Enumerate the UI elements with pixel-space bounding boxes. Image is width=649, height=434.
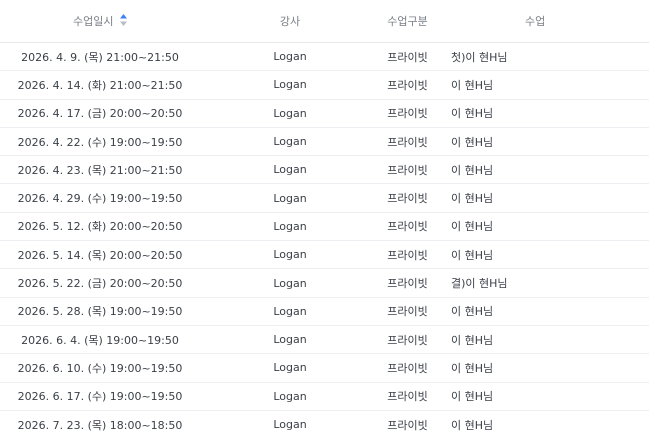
cell-class: 이 현H님 bbox=[451, 78, 494, 92]
cell-class: 이 현H님 bbox=[451, 220, 494, 234]
cell-type: 프라이빗 bbox=[387, 163, 428, 177]
cell-date: 2026. 4. 14. (화) 21:00~21:50 bbox=[17, 78, 183, 92]
cell-teacher: Logan bbox=[273, 135, 307, 149]
cell-type: 프라이빗 bbox=[387, 78, 428, 92]
cell-date: 2026. 6. 4. (목) 19:00~19:50 bbox=[21, 333, 179, 347]
header-teacher: 강사 bbox=[279, 15, 301, 28]
cell-type: 프라이빗 bbox=[387, 333, 428, 347]
cell-class: 이 현H님 bbox=[451, 418, 494, 432]
cell-date: 2026. 4. 9. (목) 21:00~21:50 bbox=[21, 50, 179, 64]
cell-type: 프라이빗 bbox=[387, 305, 428, 319]
cell-type: 프라이빗 bbox=[387, 361, 428, 375]
cell-type: 프라이빗 bbox=[387, 390, 428, 404]
table-row[interactable]: 2026. 6. 17. (수) 19:00~19:50 Logan 프라이빗 이 현… bbox=[0, 383, 649, 411]
cell-type: 프라이빗 bbox=[387, 135, 428, 149]
table-row[interactable]: 2026. 5. 28. (목) 19:00~19:50 Logan 프라이빗 이 현… bbox=[0, 298, 649, 326]
cell-type: 프라이빗 bbox=[387, 248, 428, 262]
cell-class: 이 현H님 bbox=[451, 248, 494, 262]
table-row[interactable]: 2026. 4. 14. (화) 21:00~21:50 Logan 프라이빗 이 현… bbox=[0, 71, 649, 100]
cell-teacher: Logan bbox=[273, 191, 307, 205]
schedule-table: 수업일시 강사 수업구분 수업 2026. 4. 9. (목) 21:00~21… bbox=[0, 0, 649, 434]
table-row[interactable]: 2026. 4. 22. (수) 19:00~19:50 Logan 프라이빗 이 현… bbox=[0, 128, 649, 157]
cell-class: 결)이 현H님 bbox=[451, 277, 508, 291]
cell-class: 이 현H님 bbox=[451, 305, 494, 319]
cell-class: 이 현H님 bbox=[451, 107, 494, 121]
cell-type: 프라이빗 bbox=[387, 107, 428, 121]
cell-date: 2026. 4. 23. (목) 21:00~21:50 bbox=[17, 163, 183, 177]
cell-type: 프라이빗 bbox=[387, 50, 428, 64]
header-date-label: 수업일시 bbox=[73, 15, 114, 28]
table-row[interactable]: 2026. 5. 14. (목) 20:00~20:50 Logan 프라이빗 이 현… bbox=[0, 241, 649, 270]
cell-date: 2026. 4. 29. (수) 19:00~19:50 bbox=[17, 192, 183, 206]
table-row[interactable]: 2026. 5. 22. (금) 20:00~20:50 Logan 프라이빗 결)이… bbox=[0, 269, 649, 298]
cell-class: 이 현H님 bbox=[451, 163, 494, 177]
header-type: 수업구분 bbox=[387, 15, 428, 28]
cell-date: 2026. 6. 17. (수) 19:00~19:50 bbox=[17, 390, 183, 404]
cell-teacher: Logan bbox=[273, 276, 307, 290]
sort-icon[interactable] bbox=[119, 14, 127, 26]
cell-date: 2026. 5. 14. (목) 20:00~20:50 bbox=[17, 248, 183, 262]
cell-teacher: Logan bbox=[273, 50, 307, 64]
cell-teacher: Logan bbox=[273, 163, 307, 177]
cell-class: 이 현H님 bbox=[451, 333, 494, 347]
cell-class: 이 현H님 bbox=[451, 192, 494, 206]
cell-teacher: Logan bbox=[273, 361, 307, 375]
cell-type: 프라이빗 bbox=[387, 418, 428, 432]
header-date[interactable]: 수업일시 bbox=[0, 13, 200, 29]
cell-teacher: Logan bbox=[273, 418, 307, 431]
cell-teacher: Logan bbox=[273, 304, 307, 318]
cell-teacher: Logan bbox=[273, 106, 307, 120]
cell-type: 프라이빗 bbox=[387, 220, 428, 234]
cell-class: 이 현H님 bbox=[451, 135, 494, 149]
cell-teacher: Logan bbox=[273, 248, 307, 262]
cell-date: 2026. 4. 17. (금) 20:00~20:50 bbox=[17, 107, 183, 121]
table-row[interactable]: 2026. 4. 17. (금) 20:00~20:50 Logan 프라이빗 이 현… bbox=[0, 100, 649, 128]
cell-teacher: Logan bbox=[273, 78, 307, 92]
table-row[interactable]: 2026. 6. 10. (수) 19:00~19:50 Logan 프라이빗 이 현… bbox=[0, 354, 649, 383]
cell-date: 2026. 5. 28. (목) 19:00~19:50 bbox=[17, 305, 183, 319]
cell-date: 2026. 5. 22. (금) 20:00~20:50 bbox=[17, 277, 183, 291]
cell-date: 2026. 6. 10. (수) 19:00~19:50 bbox=[17, 361, 183, 375]
table-row[interactable]: 2026. 4. 29. (수) 19:00~19:50 Logan 프라이빗 이 현… bbox=[0, 184, 649, 213]
table-body: 2026. 4. 9. (목) 21:00~21:50 Logan 프라이빗 첫)이 … bbox=[0, 43, 649, 434]
table-row[interactable]: 2026. 4. 23. (목) 21:00~21:50 Logan 프라이빗 이 현… bbox=[0, 156, 649, 185]
cell-type: 프라이빗 bbox=[387, 277, 428, 291]
table-row[interactable]: 2026. 5. 12. (화) 20:00~20:50 Logan 프라이빗 이 현… bbox=[0, 213, 649, 242]
cell-class: 이 현H님 bbox=[451, 361, 494, 375]
table-row[interactable]: 2026. 7. 23. (목) 18:00~18:50 Logan 프라이빗 이 현… bbox=[0, 411, 649, 434]
cell-teacher: Logan bbox=[273, 219, 307, 233]
cell-teacher: Logan bbox=[273, 333, 307, 347]
cell-teacher: Logan bbox=[273, 389, 307, 403]
header-class: 수업 bbox=[525, 15, 546, 28]
cell-date: 2026. 7. 23. (목) 18:00~18:50 bbox=[17, 418, 183, 432]
cell-date: 2026. 5. 12. (화) 20:00~20:50 bbox=[17, 220, 183, 234]
table-row[interactable]: 2026. 4. 9. (목) 21:00~21:50 Logan 프라이빗 첫)이 … bbox=[0, 43, 649, 72]
cell-class: 첫)이 현H님 bbox=[451, 50, 508, 64]
table-header: 수업일시 강사 수업구분 수업 bbox=[0, 0, 649, 43]
cell-type: 프라이빗 bbox=[387, 192, 428, 206]
cell-date: 2026. 4. 22. (수) 19:00~19:50 bbox=[17, 135, 183, 149]
cell-class: 이 현H님 bbox=[451, 390, 494, 404]
table-row[interactable]: 2026. 6. 4. (목) 19:00~19:50 Logan 프라이빗 이 현H… bbox=[0, 326, 649, 355]
